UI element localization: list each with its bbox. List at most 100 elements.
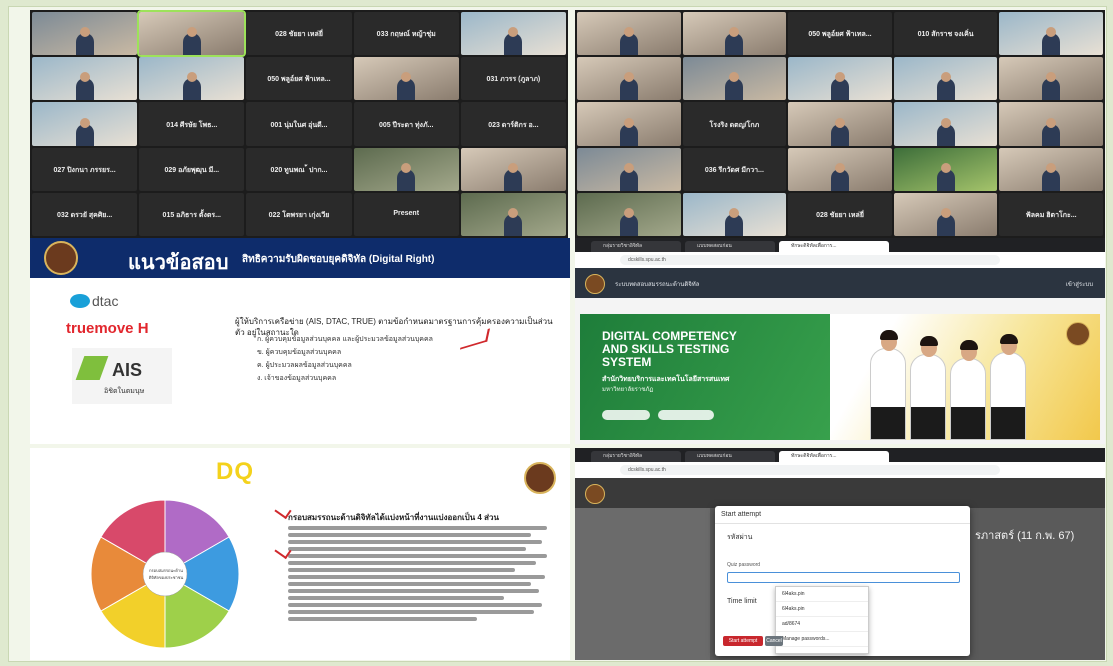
participant-tile[interactable]: 014 ศีรษัย โพธ... <box>139 102 245 146</box>
participant-tile[interactable] <box>788 57 892 101</box>
browser-tab[interactable]: แบบทดสอบก่อน <box>685 241 775 252</box>
participant-tile[interactable] <box>682 12 787 56</box>
participant-tile[interactable]: 032 ดรวยั สุคศิย... <box>32 192 138 236</box>
participant-tile[interactable]: 022 โตพรยา เกุ่งเวีย <box>246 192 352 236</box>
participant-tile[interactable]: 010 สักราช จงเคิ่น <box>893 12 998 56</box>
browser-tabs: กลุ่มรายวิชาอิจิทัล แบบทดสอบก่อน ทักษะดิ… <box>575 238 1105 252</box>
participant-tile[interactable] <box>682 57 787 101</box>
address-bar: dcskills.spu.ac.th <box>575 462 1105 479</box>
start-attempt-modal: Start attempt รหัสผ่าน Quiz password Tim… <box>715 506 970 656</box>
participant-tile[interactable] <box>577 12 681 56</box>
participant-name: 022 โตพรยา เกุ่งเวีย <box>268 212 330 220</box>
site-logo[interactable] <box>585 274 605 294</box>
participant-tile[interactable]: ฟัลคม ฮิตาโกะ... <box>999 192 1103 236</box>
dq-description: กรอบสมรรถนะด้านดิจิทัลได้แบ่งหน้าที่งานแ… <box>288 513 558 624</box>
participant-tile[interactable]: 020 ทูนพณ ้ ปาก... <box>246 147 352 191</box>
participant-tile[interactable] <box>460 147 566 191</box>
participant-tile[interactable]: 001 นุ่มในศ อุ่นดี... <box>246 102 352 146</box>
hero-contact-pill[interactable] <box>658 410 714 420</box>
site-header: ระบบทดสอบสมรรถนะด้านดิจิทัล เข้าสู่ระบบ <box>575 268 1105 298</box>
url-input[interactable]: dcskills.spu.ac.th <box>620 465 1000 475</box>
participant-tile[interactable] <box>999 12 1103 56</box>
participant-tile[interactable]: 033 กฤษณ์ หญ้าชุ่ม <box>353 12 459 56</box>
participant-tile[interactable]: 027 ปิงกนา ภรรยร... <box>32 147 138 191</box>
participant-tile[interactable]: โรงริง ดตญ/โกภ <box>682 102 787 146</box>
participant-head <box>940 117 951 128</box>
participant-tile[interactable] <box>577 147 681 191</box>
login-link[interactable]: เข้าสู่ระบบ <box>1066 279 1093 289</box>
autofill-suggestion[interactable]: 6l4aks.pin <box>776 602 868 617</box>
browser-tab[interactable]: กลุ่มรายวิชาอิจิทัล <box>591 241 681 252</box>
participant-head <box>940 162 951 173</box>
participant-tile[interactable] <box>682 192 787 236</box>
participant-tile[interactable]: 023 ดาร์ติกร อ... <box>460 102 566 146</box>
participant-tile[interactable]: 050 พลูอ์ยศ ฟ้าเทล... <box>788 12 892 56</box>
hero-title: DIGITAL COMPETENCY AND SKILLS TESTING SY… <box>602 329 737 369</box>
browser-tab[interactable]: กลุ่มรายวิชาอิจิทัล <box>591 451 681 462</box>
participant-tile[interactable]: 029 อภัยพุฒุน มี... <box>139 147 245 191</box>
browser-tab[interactable]: แบบทดสอบก่อน <box>685 451 775 462</box>
manage-passwords-link[interactable]: Manage passwords... <box>776 632 868 647</box>
participant-tile[interactable] <box>577 102 681 146</box>
participant-tile[interactable]: 028 ชัยยา เหล่ยี่ <box>788 192 892 236</box>
participant-head <box>623 27 634 38</box>
modal-title: Start attempt <box>715 506 970 524</box>
participant-tile[interactable] <box>999 57 1103 101</box>
exam-slide: แนวข้อสอบ สิทธิความรับผิดชอบยุคดิจิทัล (… <box>30 238 570 444</box>
participant-tile[interactable]: 005 ปีระดา ทุ่งภั... <box>353 102 459 146</box>
participant-tile[interactable] <box>893 57 998 101</box>
participant-tile[interactable] <box>788 102 892 146</box>
participant-name: 050 พลูอ์ยศ ฟ้าเทล... <box>267 76 331 84</box>
participant-tile[interactable] <box>577 192 681 236</box>
participant-tile[interactable] <box>999 102 1103 146</box>
participant-tile[interactable] <box>460 192 566 236</box>
slide-subtitle: สิทธิความรับผิดชอบยุคดิจิทัล (Digital Ri… <box>242 254 435 265</box>
participant-tile[interactable] <box>32 102 138 146</box>
autofill-suggestion[interactable]: ad/8674 <box>776 617 868 632</box>
participant-tile[interactable] <box>999 147 1103 191</box>
zoom-gallery-right: 050 พลูอ์ยศ ฟ้าเทล... 010 สักราช จงเคิ่นโ… <box>575 10 1105 238</box>
participant-tile[interactable] <box>893 102 998 146</box>
participant-name: 031 ภวรร (ภูลาภ) <box>486 76 541 84</box>
participant-tile[interactable]: 036 รีกวัดศ มีกวา... <box>682 147 787 191</box>
truemove-logo: truemove H <box>66 320 149 337</box>
cancel-button[interactable]: Cancel <box>765 636 783 646</box>
participant-head <box>401 162 412 173</box>
participant-name: 023 ดาร์ติกร อ... <box>488 121 539 129</box>
start-attempt-button[interactable]: Start attempt <box>723 636 763 646</box>
browser-tab-active[interactable]: ทักษะดิจิทัลเพื่อการ... <box>779 241 889 252</box>
participant-tile[interactable]: 050 พลูอ์ยศ ฟ้าเทล... <box>246 57 352 101</box>
participant-tile[interactable] <box>893 147 998 191</box>
site-nav-title[interactable]: ระบบทดสอบสมรรถนะด้านดิจิทัล <box>615 279 699 289</box>
dq-heading: กรอบสมรรถนะด้านดิจิทัลได้แบ่งหน้าที่งานแ… <box>288 513 499 522</box>
browser-tab-active[interactable]: ทักษะดิจิทัลเพื่อการ... <box>779 451 889 462</box>
participant-tile[interactable] <box>139 57 245 101</box>
option-c: ค. ผู้ประมวลผลข้อมูลส่วนบุคคล <box>257 362 352 369</box>
participant-tile[interactable]: 031 ภวรร (ภูลาภ) <box>460 57 566 101</box>
participant-name: ฟัลคม ฮิตาโกะ... <box>1025 212 1077 220</box>
url-input[interactable]: dcskills.spu.ac.th <box>620 255 1000 265</box>
participant-tile[interactable]: 028 ชัยยา เหล่ยี่ <box>246 12 352 56</box>
autofill-suggestion[interactable]: 6l4aks.pin <box>776 587 868 602</box>
participant-name: 014 ศีรษัย โพธ... <box>166 121 218 129</box>
participant-tile[interactable] <box>788 147 892 191</box>
quiz-password-input[interactable] <box>727 572 960 583</box>
slide-title: แนวข้อสอบ <box>128 252 229 274</box>
participant-tile[interactable]: Present <box>353 192 459 236</box>
participant-tile[interactable] <box>577 57 681 101</box>
participant-tile[interactable] <box>32 12 138 56</box>
participant-tile[interactable] <box>893 192 998 236</box>
participant-name: 033 กฤษณ์ หญ้าชุ่ม <box>376 31 436 39</box>
participant-tile[interactable] <box>137 10 247 58</box>
participant-tile[interactable]: 015 อภิธาร ตั้งตร... <box>139 192 245 236</box>
participant-tile[interactable] <box>353 57 459 101</box>
participant-tile[interactable] <box>460 12 566 56</box>
browser-dcskills: กลุ่มรายวิชาอิจิทัล แบบทดสอบก่อน ทักษะดิ… <box>575 238 1105 444</box>
site-logo[interactable] <box>585 484 605 504</box>
password-autofill-menu: 6l4aks.pin 6l4aks.pin ad/8674 Manage pas… <box>775 586 869 654</box>
hero-contact-pill[interactable] <box>602 410 650 420</box>
participant-tile[interactable] <box>353 147 459 191</box>
participant-head <box>79 27 90 38</box>
participant-tile[interactable] <box>32 57 138 101</box>
dq-slide: DQ กรอบสมรรถนะด้านดิจิทัลของประชาชน กรอบ… <box>30 448 570 660</box>
